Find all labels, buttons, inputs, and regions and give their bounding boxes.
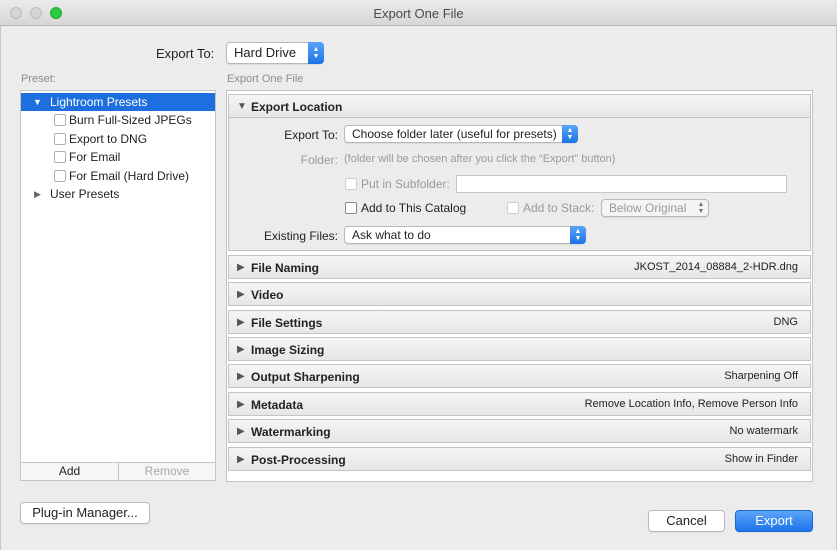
disclosure-closed-icon: ▶ [237, 371, 245, 382]
preset-folder-label: User Presets [50, 187, 120, 201]
section-summary: Remove Location Info, Remove Person Info [584, 398, 798, 410]
section-export-location[interactable]: ▼ Export Location [228, 94, 811, 118]
add-to-stack-label: Add to Stack: [523, 201, 595, 215]
section-metadata[interactable]: ▶ Metadata Remove Location Info, Remove … [228, 392, 811, 416]
preset-list: ▼ Lightroom Presets Burn Full-Sized JPEG… [20, 90, 216, 463]
preset-checkbox[interactable] [54, 114, 66, 126]
disclosure-closed-icon: ▶ [237, 289, 245, 300]
disclosure-closed-icon: ▶ [237, 399, 245, 410]
section-title: Image Sizing [251, 343, 325, 357]
disclosure-closed-icon: ▶ [237, 262, 245, 273]
plugin-manager-button[interactable]: Plug-in Manager... [20, 502, 150, 524]
put-in-subfolder-label: Put in Subfolder: [361, 177, 450, 191]
preset-item-label: For Email [69, 150, 121, 164]
disclosure-closed-icon: ▶ [237, 317, 245, 328]
export-button[interactable]: Export [735, 510, 813, 532]
cancel-button[interactable]: Cancel [648, 510, 725, 532]
add-to-stack-checkbox[interactable] [507, 202, 519, 214]
add-to-catalog-label: Add to This Catalog [361, 201, 467, 215]
add-to-catalog-checkbox[interactable] [345, 202, 357, 214]
window-title: Export One File [373, 6, 464, 21]
preset-folder-label: Lightroom Presets [50, 95, 148, 109]
chevron-updown-icon: ▲ ▼ [562, 125, 578, 143]
section-file-naming[interactable]: ▶ File Naming JKOST_2014_08884_2-HDR.dng [228, 255, 811, 279]
section-file-settings[interactable]: ▶ File Settings DNG [228, 310, 811, 334]
export-to-label: Export To: [284, 128, 338, 142]
section-summary: Show in Finder [724, 453, 798, 465]
section-summary: DNG [773, 316, 798, 328]
disclosure-closed-icon: ▶ [237, 426, 245, 437]
preset-item[interactable]: For Email [21, 148, 215, 166]
stack-position-select[interactable]: Below Original ▲ ▼ [601, 199, 709, 217]
title-bar: Export One File [0, 0, 837, 26]
remove-preset-button[interactable]: Remove [119, 463, 215, 480]
panel-label: Export One File [227, 73, 304, 85]
section-title: File Settings [251, 316, 323, 330]
preset-folder-user[interactable]: ▶ User Presets [21, 185, 215, 203]
preset-item[interactable]: For Email (Hard Drive) [21, 167, 215, 185]
existing-files-label: Existing Files: [263, 229, 338, 243]
preset-folder-lightroom[interactable]: ▼ Lightroom Presets [21, 93, 215, 111]
preset-item-label: Export to DNG [69, 132, 148, 146]
folder-label: Folder: [300, 153, 338, 167]
put-in-subfolder-checkbox[interactable] [345, 178, 357, 190]
section-video[interactable]: ▶ Video [228, 282, 811, 306]
section-title: Output Sharpening [251, 370, 360, 384]
chevron-updown-icon: ▲ ▼ [697, 201, 705, 215]
disclosure-closed-icon: ▶ [237, 344, 245, 355]
preset-checkbox[interactable] [54, 133, 66, 145]
disclosure-open-icon[interactable]: ▼ [33, 93, 42, 111]
add-preset-button[interactable]: Add [21, 463, 119, 480]
existing-files-select[interactable]: Ask what to do ▲ ▼ [344, 226, 586, 244]
preset-checkbox[interactable] [54, 170, 66, 182]
disclosure-open-icon: ▼ [237, 101, 247, 112]
section-title: File Naming [251, 261, 320, 275]
section-post-processing[interactable]: ▶ Post-Processing Show in Finder [228, 447, 811, 471]
folder-note: (folder will be chosen after you click t… [344, 153, 616, 165]
section-title: Metadata [251, 398, 304, 412]
export-folder-value: Choose folder later (useful for presets) [352, 127, 557, 141]
preset-checkbox[interactable] [54, 151, 66, 163]
section-summary: JKOST_2014_08884_2-HDR.dng [634, 261, 798, 273]
export-location-body: Export To: Choose folder later (useful f… [228, 118, 811, 251]
export-to-select[interactable]: Hard Drive ▲ ▼ [226, 42, 324, 64]
chevron-updown-icon: ▲ ▼ [570, 226, 586, 244]
preset-item[interactable]: Burn Full-Sized JPEGs [21, 111, 215, 129]
section-output-sharpening[interactable]: ▶ Output Sharpening Sharpening Off [228, 364, 811, 388]
section-image-sizing[interactable]: ▶ Image Sizing [228, 337, 811, 361]
section-title: Watermarking [251, 425, 331, 439]
section-title: Export Location [251, 100, 343, 114]
export-folder-select[interactable]: Choose folder later (useful for presets)… [344, 125, 578, 143]
existing-files-value: Ask what to do [352, 228, 431, 242]
export-to-value: Hard Drive [234, 45, 297, 60]
disclosure-closed-icon: ▶ [237, 454, 245, 465]
chevron-updown-icon: ▲ ▼ [308, 42, 324, 64]
preset-item-label: Burn Full-Sized JPEGs [69, 113, 192, 127]
section-title: Video [251, 288, 284, 302]
preset-item-label: For Email (Hard Drive) [69, 169, 190, 183]
section-summary: No watermark [729, 425, 798, 437]
preset-buttons: Add Remove [20, 462, 216, 481]
export-to-label: Export To: [156, 46, 215, 61]
preset-item[interactable]: Export to DNG [21, 130, 215, 148]
subfolder-input[interactable] [456, 175, 787, 193]
disclosure-closed-icon[interactable]: ▶ [34, 185, 41, 203]
stack-position-value: Below Original [609, 201, 687, 215]
section-watermarking[interactable]: ▶ Watermarking No watermark [228, 419, 811, 443]
section-title: Post-Processing [251, 453, 346, 467]
preset-label: Preset: [21, 73, 56, 85]
section-summary: Sharpening Off [724, 370, 798, 382]
